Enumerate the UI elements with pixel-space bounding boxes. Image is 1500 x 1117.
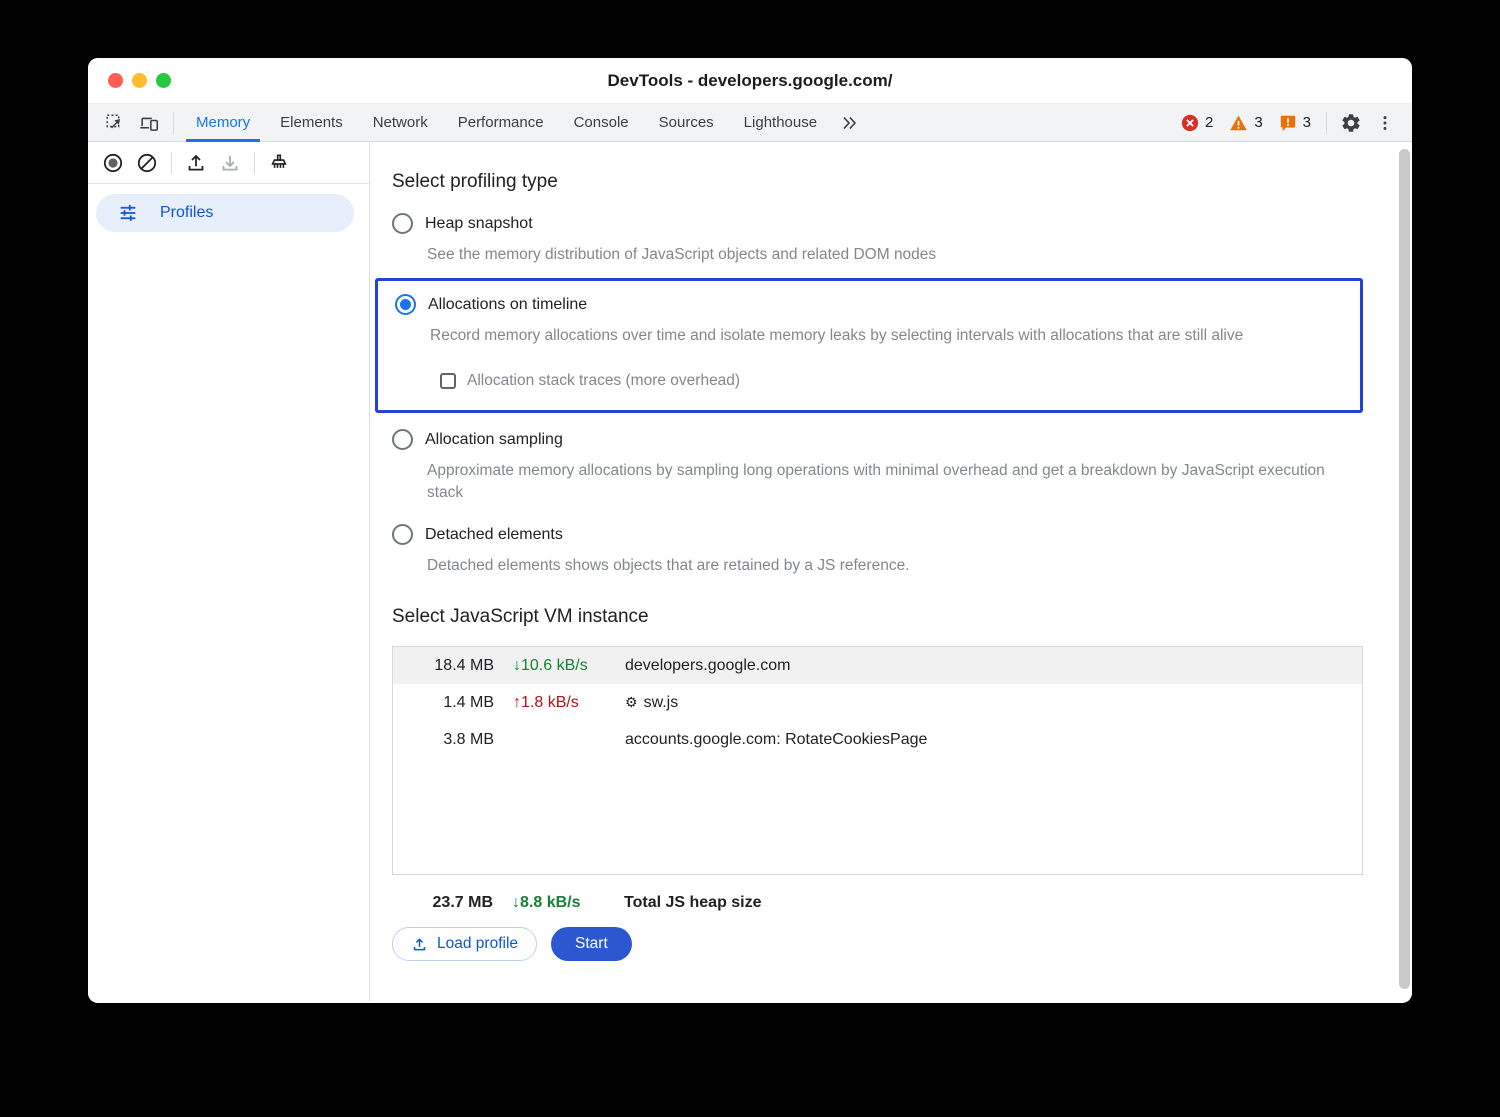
vm-row-sw-js[interactable]: 1.4 MB ↑1.8 kB/s ⚙sw.js bbox=[393, 684, 1362, 721]
profiles-toolbar bbox=[88, 142, 369, 184]
devtools-tabbar: Memory Elements Network Performance Cons… bbox=[88, 104, 1412, 142]
warnings-badge[interactable]: 3 bbox=[1221, 114, 1270, 132]
warnings-count: 3 bbox=[1254, 114, 1262, 131]
more-tabs-chevron-icon[interactable] bbox=[832, 108, 866, 138]
devtools-body: Profiles Select profiling type Heap snap… bbox=[88, 142, 1412, 1001]
window-title: DevTools - developers.google.com/ bbox=[608, 71, 893, 91]
titlebar: DevTools - developers.google.com/ bbox=[88, 58, 1412, 104]
service-worker-gear-icon: ⚙ bbox=[625, 694, 638, 711]
settings-gear-icon[interactable] bbox=[1334, 108, 1368, 138]
more-options-kebab-icon[interactable] bbox=[1368, 108, 1402, 138]
fullscreen-window-button[interactable] bbox=[156, 73, 171, 88]
clear-profiles-icon[interactable] bbox=[130, 148, 164, 178]
devtools-window: DevTools - developers.google.com/ Memory… bbox=[88, 58, 1412, 1003]
clear-brush-icon[interactable] bbox=[262, 148, 296, 178]
close-window-button[interactable] bbox=[108, 73, 123, 88]
profiles-label: Profiles bbox=[160, 204, 213, 222]
vm-instance-table: 18.4 MB ↓10.6 kB/s developers.google.com… bbox=[392, 646, 1363, 875]
radio-option-allocations-on-timeline[interactable]: Allocations on timeline bbox=[395, 294, 1340, 315]
selected-option-outline: Allocations on timeline Record memory al… bbox=[375, 278, 1363, 413]
rate-up-arrow-icon: ↑ bbox=[513, 694, 521, 711]
device-toolbar-icon[interactable] bbox=[132, 108, 166, 138]
record-profile-icon[interactable] bbox=[96, 148, 130, 178]
side-toolbar-divider-2 bbox=[254, 152, 255, 174]
radio-checked-icon[interactable] bbox=[395, 294, 416, 315]
option-description: Record memory allocations over time and … bbox=[430, 325, 1340, 347]
error-icon bbox=[1181, 114, 1199, 132]
upload-profile-icon[interactable] bbox=[179, 148, 213, 178]
errors-count: 2 bbox=[1205, 114, 1213, 131]
allocation-stack-traces-checkbox[interactable]: Allocation stack traces (more overhead) bbox=[440, 372, 1340, 390]
tab-performance[interactable]: Performance bbox=[443, 104, 559, 142]
vm-row-accounts-google-com[interactable]: 3.8 MB accounts.google.com: RotateCookie… bbox=[393, 721, 1362, 758]
inspect-element-icon[interactable] bbox=[98, 108, 132, 138]
radio-unchecked-icon[interactable] bbox=[392, 213, 413, 234]
start-button[interactable]: Start bbox=[551, 927, 632, 961]
memory-panel: Select profiling type Heap snapshot See … bbox=[370, 142, 1412, 1001]
warning-icon bbox=[1229, 114, 1248, 132]
issues-badge[interactable]: 3 bbox=[1271, 114, 1319, 132]
vm-row-developers-google-com[interactable]: 18.4 MB ↓10.6 kB/s developers.google.com bbox=[393, 647, 1362, 684]
download-profile-icon[interactable] bbox=[213, 148, 247, 178]
radio-option-detached-elements[interactable]: Detached elements bbox=[392, 524, 1378, 545]
toolbar-divider bbox=[173, 112, 174, 134]
option-description: See the memory distribution of JavaScrip… bbox=[427, 244, 1362, 266]
scrollbar-thumb[interactable] bbox=[1399, 149, 1410, 989]
rate-down-arrow-icon: ↓ bbox=[512, 894, 520, 911]
sidebar-item-profiles[interactable]: Profiles bbox=[96, 194, 354, 232]
option-description: Detached elements shows objects that are… bbox=[427, 555, 1362, 577]
side-toolbar-divider bbox=[171, 152, 172, 174]
errors-badge[interactable]: 2 bbox=[1173, 114, 1221, 132]
tab-memory[interactable]: Memory bbox=[181, 104, 265, 142]
issues-icon bbox=[1279, 114, 1297, 132]
total-heap-row: 23.7 MB ↓8.8 kB/s Total JS heap size bbox=[392, 894, 1378, 912]
tabbar-divider-right bbox=[1326, 112, 1327, 134]
tab-network[interactable]: Network bbox=[358, 104, 443, 142]
sidebar: Profiles bbox=[88, 142, 370, 1001]
action-buttons: Load profile Start bbox=[392, 927, 1378, 961]
tab-lighthouse[interactable]: Lighthouse bbox=[729, 104, 832, 142]
load-profile-button[interactable]: Load profile bbox=[392, 927, 537, 961]
rate-down-arrow-icon: ↓ bbox=[513, 657, 521, 674]
radio-unchecked-icon[interactable] bbox=[392, 524, 413, 545]
traffic-lights bbox=[108, 58, 171, 103]
tab-elements[interactable]: Elements bbox=[265, 104, 358, 142]
checkbox-unchecked-icon[interactable] bbox=[440, 373, 456, 389]
tune-sliders-icon bbox=[117, 202, 139, 224]
radio-option-allocation-sampling[interactable]: Allocation sampling bbox=[392, 429, 1378, 450]
radio-option-heap-snapshot[interactable]: Heap snapshot bbox=[392, 213, 1378, 234]
issues-count: 3 bbox=[1303, 114, 1311, 131]
vertical-scrollbar[interactable] bbox=[1398, 149, 1411, 989]
radio-unchecked-icon[interactable] bbox=[392, 429, 413, 450]
profiling-type-heading: Select profiling type bbox=[392, 171, 1378, 193]
option-description: Approximate memory allocations by sampli… bbox=[427, 460, 1362, 504]
minimize-window-button[interactable] bbox=[132, 73, 147, 88]
upload-icon bbox=[411, 936, 428, 953]
tab-sources[interactable]: Sources bbox=[644, 104, 729, 142]
vm-instance-heading: Select JavaScript VM instance bbox=[392, 606, 1378, 628]
tab-console[interactable]: Console bbox=[559, 104, 644, 142]
